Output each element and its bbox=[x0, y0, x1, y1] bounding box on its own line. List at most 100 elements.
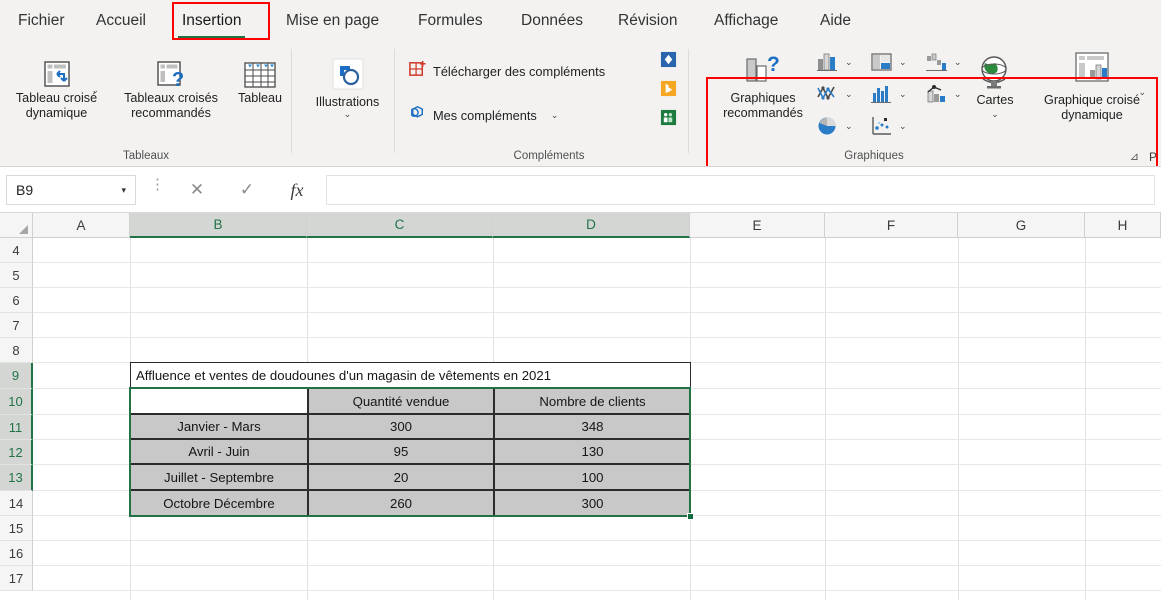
row-header-13[interactable]: 13 bbox=[0, 465, 33, 491]
people-graph-button[interactable] bbox=[660, 109, 677, 131]
chevron-down-icon[interactable]: ⌄ bbox=[91, 86, 99, 95]
insert-function-icon[interactable]: fx bbox=[272, 180, 322, 201]
tab-fichier-label: Fichier bbox=[18, 12, 65, 29]
tab-revision-label: Révision bbox=[618, 12, 677, 29]
table-cell-quantite[interactable]: 95 bbox=[308, 439, 494, 464]
chevron-down-icon[interactable]: ⌄ bbox=[1138, 88, 1146, 97]
tab-revision[interactable]: Révision bbox=[618, 12, 677, 30]
cell-area[interactable]: Affluence et ventes de doudounes d'un ma… bbox=[33, 238, 1161, 600]
recommended-pivot-tables-button[interactable]: ? Tableaux croisés recommandés bbox=[113, 49, 229, 121]
people-graph-icon bbox=[660, 109, 677, 126]
formula-bar-drag-dots[interactable]: ⋮ bbox=[150, 181, 165, 189]
charts-dialog-launcher[interactable]: ⊿ bbox=[1130, 150, 1139, 163]
chevron-down-icon[interactable]: ⌄ bbox=[899, 58, 907, 67]
tab-donnees[interactable]: Données bbox=[521, 12, 583, 30]
table-cell-clients[interactable]: 300 bbox=[494, 490, 691, 516]
tab-aide[interactable]: Aide bbox=[820, 12, 851, 30]
my-add-ins-button[interactable]: Mes compléments ⌄ bbox=[408, 103, 558, 127]
table-cell-clients[interactable]: 130 bbox=[494, 439, 691, 464]
pie-doughnut-chart-button[interactable]: ⌄ bbox=[816, 115, 853, 137]
row-header-14[interactable]: 14 bbox=[0, 491, 33, 516]
table-row-label[interactable]: Janvier - Mars bbox=[130, 414, 308, 439]
column-header-f[interactable]: F bbox=[825, 213, 958, 238]
column-header-c[interactable]: C bbox=[307, 213, 493, 238]
tab-accueil[interactable]: Accueil bbox=[96, 12, 146, 30]
column-header-a[interactable]: A bbox=[33, 213, 130, 238]
column-header-b[interactable]: B bbox=[130, 213, 307, 238]
table-header-quantite[interactable]: Quantité vendue bbox=[308, 388, 494, 414]
table-cell-clients[interactable]: 348 bbox=[494, 414, 691, 439]
row-header-5[interactable]: 5 bbox=[0, 263, 33, 288]
row-header-17[interactable]: 17 bbox=[0, 566, 33, 591]
maps-label: Cartes bbox=[960, 93, 1030, 108]
pivot-chart-button[interactable]: Graphique croisé dynamique ⌄ bbox=[1030, 47, 1154, 123]
chevron-down-icon[interactable]: ⌄ bbox=[960, 110, 1030, 119]
line-area-chart-button[interactable]: ⌄ bbox=[816, 83, 853, 105]
name-box[interactable]: B9 ▾ bbox=[6, 175, 136, 205]
table-row-label[interactable]: Octobre Décembre bbox=[130, 490, 308, 516]
row-header-10[interactable]: 10 bbox=[0, 389, 33, 415]
chevron-down-icon[interactable]: ⌄ bbox=[845, 58, 853, 67]
table-button[interactable]: Tableau bbox=[229, 49, 291, 106]
ribbon-body: Tableau croisé dynamique ⌄ ? Tableaux cr… bbox=[0, 41, 1161, 167]
select-all-corner[interactable] bbox=[0, 213, 33, 238]
bing-maps-icon bbox=[660, 80, 677, 97]
tab-fichier[interactable]: Fichier bbox=[18, 12, 65, 30]
visio-data-visualizer-icon bbox=[660, 51, 677, 68]
get-add-ins-button[interactable]: Télécharger des compléments bbox=[408, 59, 605, 83]
table-cell-clients[interactable]: 100 bbox=[494, 464, 691, 490]
column-header-g[interactable]: G bbox=[958, 213, 1085, 238]
chevron-down-icon[interactable]: ⌄ bbox=[300, 110, 395, 119]
enter-icon[interactable]: ✓ bbox=[222, 180, 272, 200]
statistic-chart-button[interactable]: ⌄ bbox=[870, 83, 907, 105]
pivot-table-button[interactable]: Tableau croisé dynamique ⌄ bbox=[0, 49, 113, 121]
row-header-4[interactable]: 4 bbox=[0, 238, 33, 263]
grid-line-h bbox=[33, 590, 1161, 591]
table-header-clients[interactable]: Nombre de clients bbox=[494, 388, 691, 414]
tab-insertion[interactable]: Insertion bbox=[182, 12, 241, 30]
chevron-down-icon[interactable]: ▾ bbox=[121, 185, 126, 196]
chevron-down-icon[interactable]: ⌄ bbox=[899, 90, 907, 99]
row-header-8[interactable]: 8 bbox=[0, 338, 33, 363]
tab-affichage[interactable]: Affichage bbox=[714, 12, 778, 30]
combo-chart-button[interactable]: ⌄ bbox=[925, 83, 962, 105]
chevron-down-icon[interactable]: ⌄ bbox=[845, 122, 853, 131]
table-cell-quantite[interactable]: 260 bbox=[308, 490, 494, 516]
formula-input[interactable] bbox=[326, 175, 1155, 205]
chevron-down-icon[interactable]: ⌄ bbox=[551, 111, 559, 120]
table-cell-quantite[interactable]: 300 bbox=[308, 414, 494, 439]
row-header-11[interactable]: 11 bbox=[0, 415, 33, 440]
recommended-charts-button[interactable]: ? Graphiques recommandés bbox=[714, 47, 812, 121]
row-header-6[interactable]: 6 bbox=[0, 288, 33, 313]
hierarchy-chart-button[interactable]: ⌄ bbox=[870, 51, 907, 73]
table-icon bbox=[229, 49, 291, 91]
selection-fill-handle[interactable] bbox=[687, 513, 694, 520]
visio-data-visualizer-button[interactable] bbox=[660, 51, 677, 73]
grid-line-h bbox=[33, 262, 1161, 263]
row-header-15[interactable]: 15 bbox=[0, 516, 33, 541]
illustrations-button[interactable]: Illustrations ⌄ bbox=[300, 51, 395, 119]
table-cell-quantite[interactable]: 20 bbox=[308, 464, 494, 490]
bing-maps-button[interactable] bbox=[660, 80, 677, 102]
waterfall-chart-button[interactable]: ⌄ bbox=[925, 51, 962, 73]
row-header-12[interactable]: 12 bbox=[0, 440, 33, 465]
column-bar-chart-button[interactable]: ⌄ bbox=[816, 51, 853, 73]
column-header-d[interactable]: D bbox=[493, 213, 690, 238]
tab-mise-en-page[interactable]: Mise en page bbox=[286, 12, 379, 30]
row-header-7[interactable]: 7 bbox=[0, 313, 33, 338]
table-title-cell[interactable]: Affluence et ventes de doudounes d'un ma… bbox=[130, 362, 691, 388]
scatter-bubble-chart-button[interactable]: ⌄ bbox=[870, 115, 907, 137]
column-header-h[interactable]: H bbox=[1085, 213, 1161, 238]
table-row-label[interactable]: Juillet - Septembre bbox=[130, 464, 308, 490]
row-header-16[interactable]: 16 bbox=[0, 541, 33, 566]
chevron-down-icon[interactable]: ⌄ bbox=[845, 90, 853, 99]
chevron-down-icon[interactable]: ⌄ bbox=[899, 122, 907, 131]
table-row-label[interactable]: Avril - Juin bbox=[130, 439, 308, 464]
cancel-icon[interactable]: ✕ bbox=[172, 180, 222, 200]
column-header-e[interactable]: E bbox=[690, 213, 825, 238]
tab-formules[interactable]: Formules bbox=[418, 12, 483, 30]
row-header-9[interactable]: 9 bbox=[0, 363, 33, 389]
table-header-empty-cell[interactable] bbox=[130, 388, 308, 414]
maps-button[interactable]: Cartes ⌄ bbox=[960, 47, 1030, 119]
combo-chart-icon bbox=[925, 83, 949, 105]
